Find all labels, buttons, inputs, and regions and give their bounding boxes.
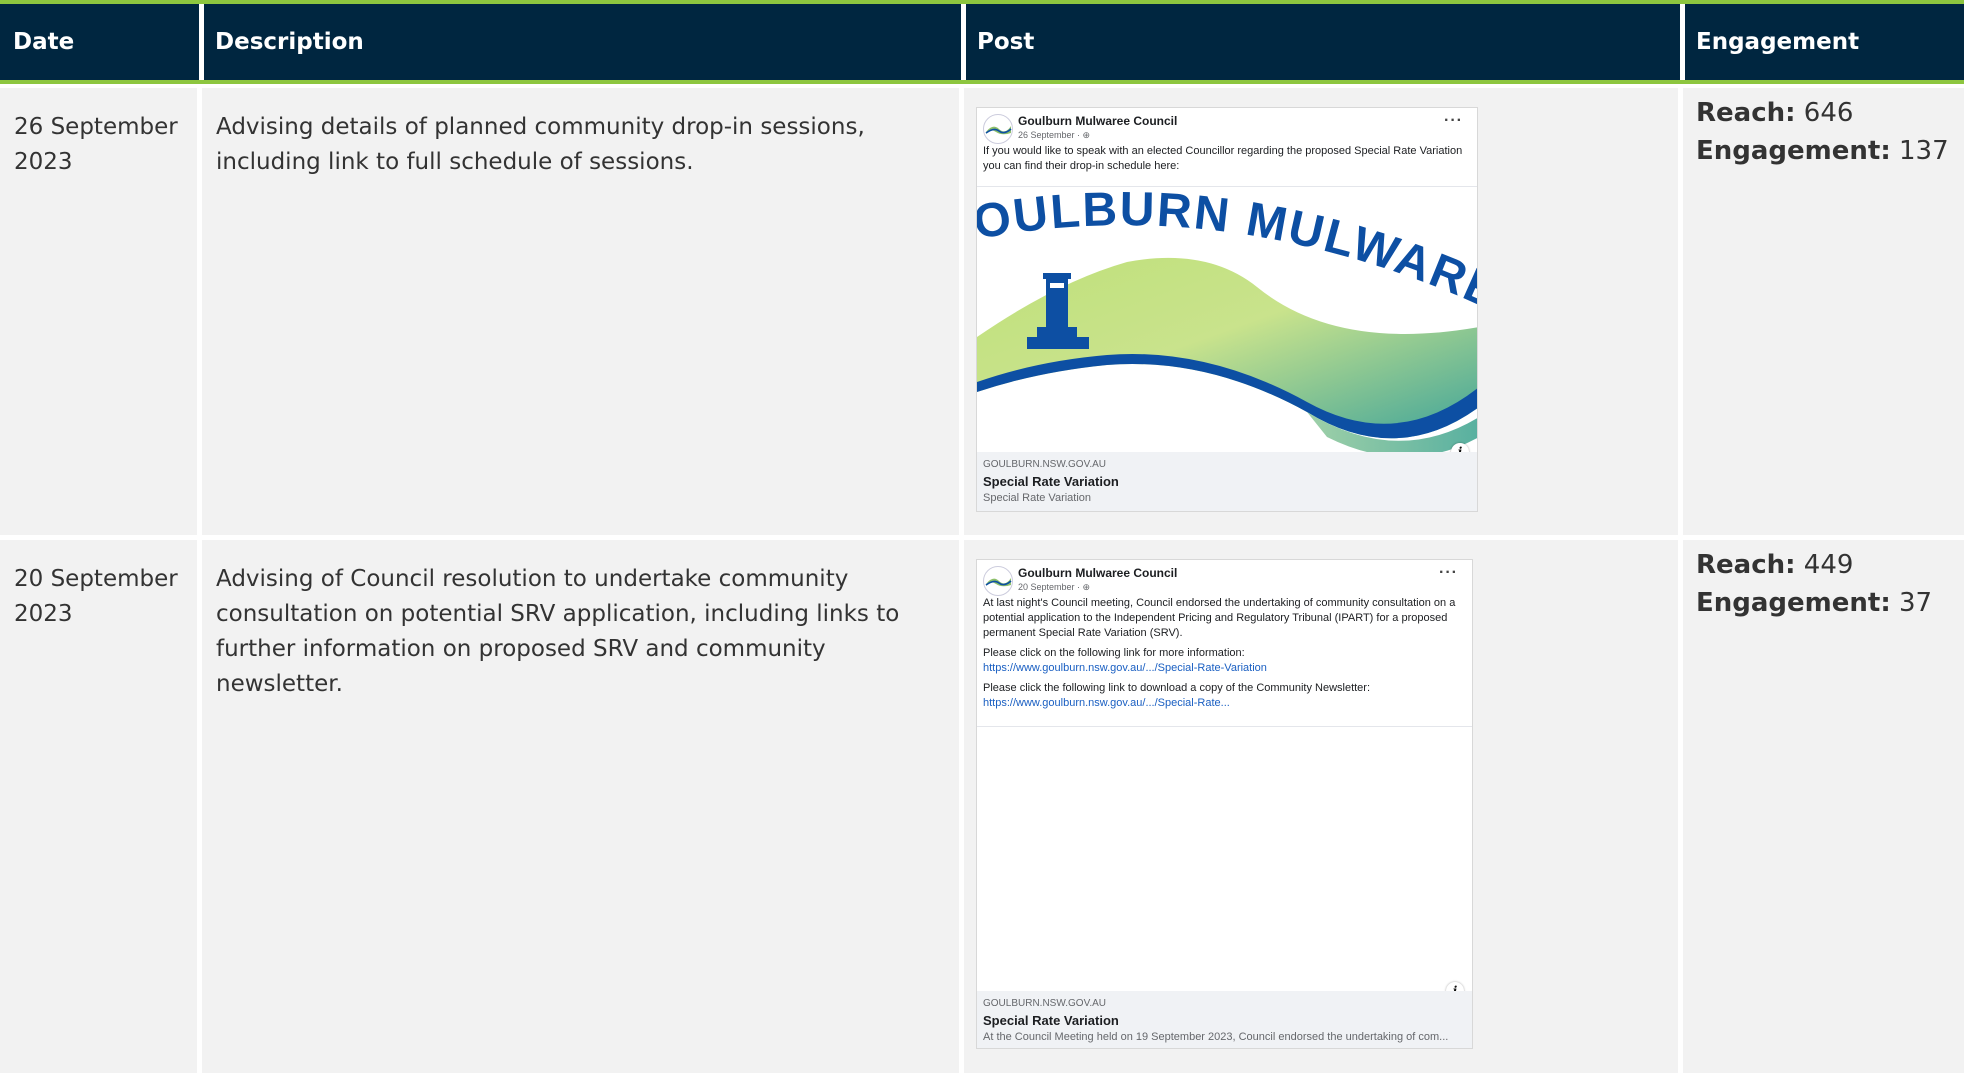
- post-date[interactable]: 20 September · ⊕: [1018, 582, 1090, 593]
- page-name[interactable]: Goulburn Mulwaree Council: [1018, 114, 1177, 128]
- page-name[interactable]: Goulburn Mulwaree Council: [1018, 566, 1177, 580]
- table-row-cell-description: Advising of Council resolution to undert…: [202, 540, 959, 1073]
- council-avatar: [983, 114, 1013, 144]
- facebook-post-card: Goulburn Mulwaree Council 26 September ·…: [976, 107, 1478, 512]
- engagement-stat: Engagement: 37: [1696, 588, 1933, 618]
- table-row-cell-date: 20 September 2023: [0, 540, 197, 1073]
- header-engagement: Engagement: [1696, 29, 1860, 55]
- table-row-cell-date: 26 September 2023: [0, 88, 197, 535]
- post-header: Goulburn Mulwaree Council 20 September ·…: [977, 560, 1472, 596]
- globe-icon: ⊕: [1082, 130, 1091, 140]
- reach-stat: Reach: 646: [1696, 98, 1854, 128]
- post-paragraph: At last night's Council meeting, Council…: [983, 597, 1456, 639]
- post-paragraph: Please click on the following link for m…: [983, 647, 1267, 674]
- table-row-cell-engagement: Reach: 449 Engagement: 37: [1683, 540, 1964, 1073]
- link-description: Special Rate Variation: [983, 492, 1092, 504]
- link-domain: GOULBURN.NSW.GOV.AU: [983, 998, 1106, 1009]
- engagement-stat: Engagement: 137: [1696, 136, 1949, 166]
- social-media-post-table: Date Description Post Engagement 26 Sept…: [0, 0, 1964, 1073]
- table-row-cell-engagement: Reach: 646 Engagement: 137: [1683, 88, 1964, 535]
- row-date: 20 September 2023: [14, 566, 178, 627]
- more-options-icon[interactable]: ···: [1444, 112, 1463, 130]
- table-row-cell-description: Advising details of planned community dr…: [202, 88, 959, 535]
- post-link-image[interactable]: GOULBURN MULWAREE COUNCIL: [977, 186, 1477, 453]
- reach-stat: Reach: 449: [1696, 550, 1854, 580]
- post-paragraph: Please click the following link to downl…: [983, 682, 1371, 709]
- link-domain: GOULBURN.NSW.GOV.AU: [983, 459, 1106, 470]
- post-date-text: 20 September ·: [1018, 582, 1083, 592]
- post-text: At last night's Council meeting, Council…: [977, 596, 1472, 711]
- post-date-text: 26 September ·: [1018, 130, 1083, 140]
- row-description: Advising of Council resolution to undert…: [216, 566, 900, 697]
- table-header-row: Date Description Post Engagement: [0, 0, 1964, 84]
- link-title: Special Rate Variation: [983, 1013, 1119, 1028]
- header-description: Description: [215, 29, 364, 55]
- post-link-1[interactable]: https://www.goulburn.nsw.gov.au/.../Spec…: [983, 662, 1267, 674]
- link-description: At the Council Meeting held on 19 Septem…: [983, 1031, 1449, 1043]
- link-title: Special Rate Variation: [983, 474, 1119, 489]
- post-link-image[interactable]: [977, 726, 1472, 992]
- row-description: Advising details of planned community dr…: [216, 114, 865, 175]
- row-date: 26 September 2023: [14, 114, 178, 175]
- council-avatar: [983, 566, 1013, 596]
- globe-icon: ⊕: [1082, 582, 1091, 592]
- link-preview-footer[interactable]: GOULBURN.NSW.GOV.AU Special Rate Variati…: [977, 452, 1477, 511]
- table-row-cell-post: Goulburn Mulwaree Council 20 September ·…: [964, 540, 1678, 1073]
- link-preview-footer[interactable]: GOULBURN.NSW.GOV.AU Special Rate Variati…: [977, 991, 1472, 1048]
- post-paragraph: If you would like to speak with an elect…: [983, 145, 1463, 172]
- table-row-cell-post: Goulburn Mulwaree Council 26 September ·…: [964, 88, 1678, 535]
- post-header: Goulburn Mulwaree Council 26 September ·…: [977, 108, 1477, 144]
- header-post: Post: [977, 29, 1035, 55]
- header-date: Date: [13, 29, 75, 55]
- council-logo-banner: GOULBURN MULWAREE COUNCIL: [977, 187, 1477, 453]
- more-options-icon[interactable]: ···: [1439, 564, 1458, 582]
- post-text: If you would like to speak with an elect…: [977, 144, 1477, 174]
- post-date[interactable]: 26 September · ⊕: [1018, 130, 1090, 141]
- facebook-post-card: Goulburn Mulwaree Council 20 September ·…: [976, 559, 1473, 1049]
- post-link-2[interactable]: https://www.goulburn.nsw.gov.au/.../Spec…: [983, 697, 1230, 709]
